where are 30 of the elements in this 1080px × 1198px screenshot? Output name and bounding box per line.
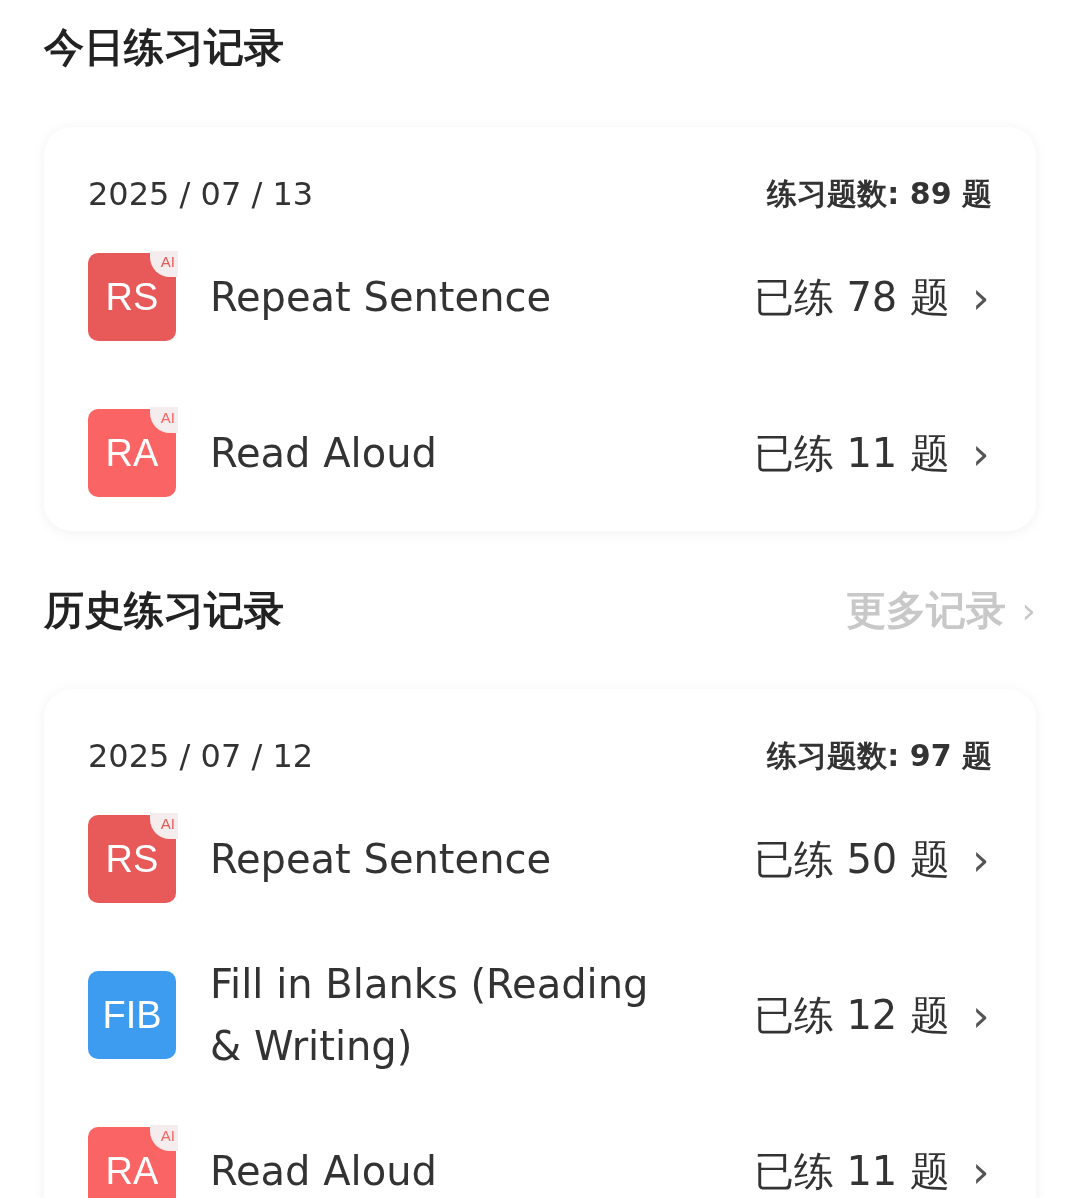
chevron-icon: › [972, 427, 992, 479]
task-type-badge: RA AI [88, 409, 176, 497]
task-name: Repeat Sentence [210, 835, 553, 884]
chevron-icon: › [972, 1145, 992, 1197]
task-name: Repeat Sentence [210, 273, 553, 322]
task-name: Fill in Blanks (Reading & Writing) [210, 960, 650, 1071]
record-date: 2025 / 07 / 12 [88, 737, 314, 775]
practice-count: 已练 50 题 [753, 834, 950, 884]
ai-tag: AI [150, 407, 178, 433]
task-type-badge: FIB [88, 971, 176, 1059]
task-name: Read Aloud [210, 429, 438, 478]
question-total: 练习题数: 89 题 [767, 174, 992, 213]
practice-count: 已练 78 题 [753, 272, 950, 322]
task-type-badge: RS AI [88, 815, 176, 903]
record-date: 2025 / 07 / 13 [88, 175, 314, 213]
chevron-icon: › [972, 271, 992, 323]
task-type-badge: RS AI [88, 253, 176, 341]
task-name: Read Aloud [210, 1147, 438, 1196]
chevron-icon: › [972, 989, 992, 1041]
task-type-badge: RA AI [88, 1127, 176, 1198]
chevron-icon: › [972, 833, 992, 885]
practice-count: 已练 11 题 [753, 1146, 950, 1196]
practice-count: 已练 11 题 [753, 428, 950, 478]
ai-tag: AI [150, 1125, 178, 1151]
section-title: 今日练习记录 [44, 22, 284, 72]
practice-count: 已练 12 题 [753, 990, 950, 1040]
ai-tag: AI [150, 813, 178, 839]
ai-tag: AI [150, 251, 178, 277]
section-title: 历史练习记录 [44, 585, 284, 635]
question-total: 练习题数: 97 题 [767, 736, 992, 775]
